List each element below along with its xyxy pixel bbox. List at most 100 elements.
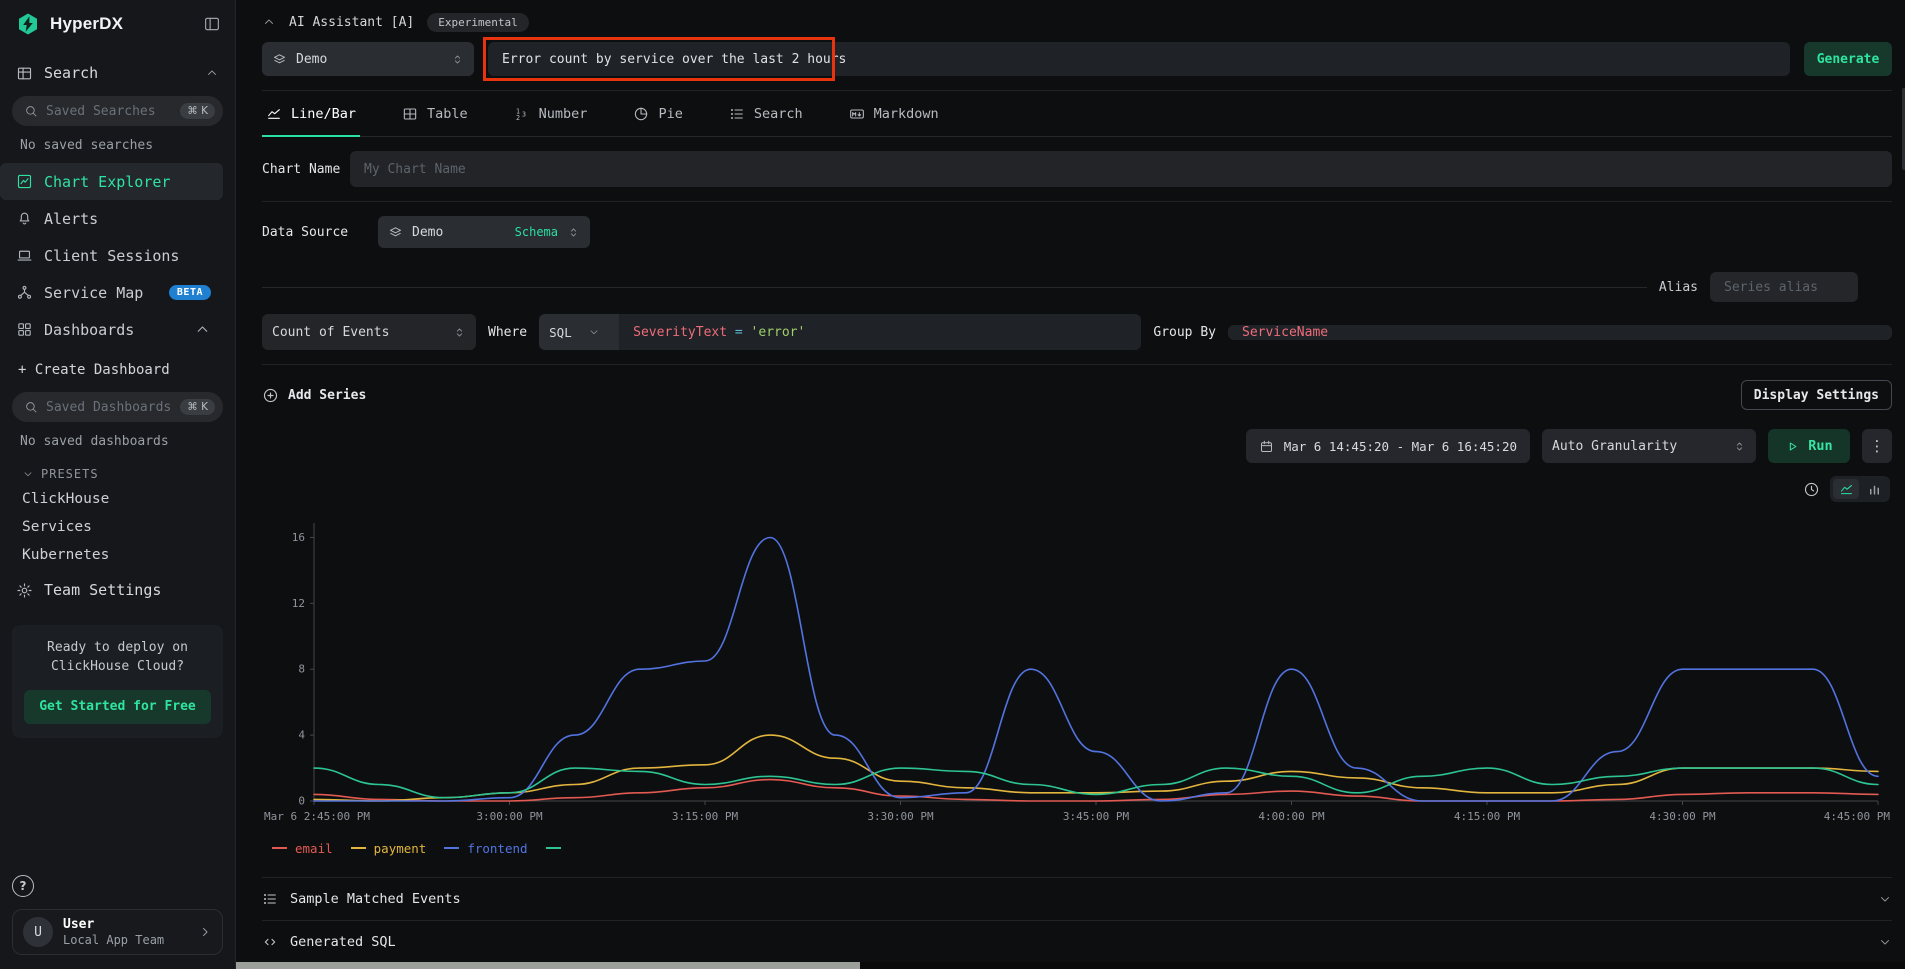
generate-button[interactable]: Generate xyxy=(1804,42,1892,76)
chevron-down-icon xyxy=(1878,935,1892,949)
sample-matched-events-section[interactable]: Sample Matched Events xyxy=(262,878,1892,920)
series-row: Add Series Display Settings xyxy=(262,379,1892,411)
time-range-picker[interactable]: Mar 6 14:45:20 - Mar 6 16:45:20 xyxy=(1246,429,1530,463)
select-caret-icon xyxy=(567,226,580,239)
sidebar-section-search[interactable]: Search xyxy=(0,54,235,92)
tab-label: Search xyxy=(754,106,803,122)
help-button[interactable]: ? xyxy=(12,875,34,897)
legend-label: frontend xyxy=(467,841,527,856)
aggregation-select[interactable]: Count of Events xyxy=(262,314,476,350)
user-name: User xyxy=(63,917,188,932)
tab-markdown[interactable]: Markdown xyxy=(849,91,939,136)
no-saved-searches-text: No saved searches xyxy=(0,126,235,159)
saved-dashboards-search[interactable]: ⌘ K xyxy=(12,392,223,422)
alias-input[interactable] xyxy=(1710,272,1858,302)
ai-prompt-input[interactable] xyxy=(488,42,1790,76)
legend-item-email[interactable]: email xyxy=(272,841,333,856)
sample-events-label: Sample Matched Events xyxy=(290,891,1866,907)
create-dashboard-button[interactable]: + Create Dashboard xyxy=(0,348,235,388)
ai-assistant-title: AI Assistant [A] xyxy=(289,15,414,30)
sidebar-item-dashboards[interactable]: Dashboards xyxy=(0,311,223,348)
bar-chart-toggle[interactable] xyxy=(1861,479,1887,499)
scrollbar-thumb[interactable] xyxy=(236,962,860,969)
where-expression-input[interactable]: SeverityText = 'error' xyxy=(619,314,1141,350)
divider xyxy=(262,201,1892,202)
svg-text:4:00:00 PM: 4:00:00 PM xyxy=(1258,810,1325,823)
saved-searches-shortcut: ⌘ K xyxy=(180,103,215,119)
line-chart-toggle[interactable] xyxy=(1833,479,1859,499)
saved-searches-search[interactable]: ⌘ K xyxy=(12,96,223,126)
user-team: Local App Team xyxy=(63,933,188,947)
select-caret-icon xyxy=(453,326,466,339)
chart-name-input[interactable] xyxy=(350,151,1892,187)
tab-number[interactable]: 123Number xyxy=(514,91,588,136)
clock-icon[interactable] xyxy=(1803,481,1820,498)
horizontal-scrollbar[interactable] xyxy=(236,962,1905,969)
presets-list: ClickHouseServicesKubernetes xyxy=(0,485,235,569)
sidebar-item-client-sessions[interactable]: Client Sessions xyxy=(0,237,223,274)
tab-label: Number xyxy=(539,106,588,122)
nav-item-label: Dashboards xyxy=(44,321,134,339)
avatar: U xyxy=(23,917,53,947)
sidebar-item-chart-explorer[interactable]: Chart Explorer xyxy=(0,163,223,200)
more-options-button[interactable]: ⋮ xyxy=(1862,429,1892,463)
preset-item-kubernetes[interactable]: Kubernetes xyxy=(0,541,235,569)
divider xyxy=(262,287,1647,288)
language-select[interactable]: SQL xyxy=(539,314,619,350)
svg-text:2: 2 xyxy=(516,114,520,122)
preset-item-clickhouse[interactable]: ClickHouse xyxy=(0,485,235,513)
display-settings-button[interactable]: Display Settings xyxy=(1741,380,1892,410)
legend-item-payment[interactable]: payment xyxy=(351,841,427,856)
legend-item-frontend[interactable]: frontend xyxy=(444,841,527,856)
collapse-sidebar-icon[interactable] xyxy=(203,15,221,33)
group-by-input[interactable]: ServiceName xyxy=(1228,325,1892,340)
chevron-down-icon xyxy=(1878,892,1892,906)
ai-source-select[interactable]: Demo xyxy=(262,42,474,76)
tab-search[interactable]: Search xyxy=(729,91,803,136)
ai-assistant-controls: Demo Generate xyxy=(262,42,1892,76)
layers-icon xyxy=(272,52,287,67)
svg-text:8: 8 xyxy=(298,663,305,676)
line-chart[interactable]: 0481216Mar 6 2:45:00 PM3:00:00 PM3:15:00… xyxy=(262,505,1892,837)
preset-item-services[interactable]: Services xyxy=(0,513,235,541)
saved-dashboards-input[interactable] xyxy=(46,400,172,415)
run-row: Mar 6 14:45:20 - Mar 6 16:45:20 Auto Gra… xyxy=(262,429,1892,463)
run-button[interactable]: Run xyxy=(1768,429,1850,463)
tab-line-bar[interactable]: Line/Bar xyxy=(266,91,356,136)
line-chart-icon xyxy=(1839,482,1854,497)
user-menu[interactable]: U User Local App Team xyxy=(12,909,223,955)
schema-link[interactable]: Schema xyxy=(515,225,558,239)
tab-pie[interactable]: Pie xyxy=(633,91,682,136)
granularity-value: Auto Granularity xyxy=(1552,439,1677,454)
tab-label: Line/Bar xyxy=(291,106,356,122)
code-token: = xyxy=(727,325,750,340)
data-source-row: Data Source Demo Schema xyxy=(262,216,1892,248)
chart-type-tabs: Line/Bar Table 123Number Pie Search Markdown xyxy=(262,91,1892,137)
chevron-up-icon xyxy=(194,321,211,338)
nav-item-label: Client Sessions xyxy=(44,247,179,265)
data-source-value: Demo xyxy=(412,225,443,240)
generated-sql-section[interactable]: Generated SQL xyxy=(262,921,1892,963)
sidebar-item-service-map[interactable]: Service MapBETA xyxy=(0,274,223,311)
add-series-button[interactable]: Add Series xyxy=(262,387,366,404)
sidebar-item-alerts[interactable]: Alerts xyxy=(0,200,223,237)
code-token: SeverityText xyxy=(633,325,727,340)
tab-table[interactable]: Table xyxy=(402,91,468,136)
alias-label: Alias xyxy=(1659,280,1698,295)
pie-icon xyxy=(633,106,649,122)
presets-toggle[interactable]: PRESETS xyxy=(0,455,235,485)
saved-searches-input[interactable] xyxy=(46,104,172,119)
get-started-button[interactable]: Get Started for Free xyxy=(24,690,211,724)
granularity-select[interactable]: Auto Granularity xyxy=(1542,429,1756,463)
bell-icon xyxy=(16,210,33,227)
legend-item[interactable] xyxy=(546,847,561,849)
svg-text:4:45:00 PM: 4:45:00 PM xyxy=(1824,810,1891,823)
data-source-select[interactable]: Demo Schema xyxy=(378,216,590,248)
chart-tools xyxy=(262,477,1892,501)
squares-icon xyxy=(16,321,33,338)
gear-icon xyxy=(16,582,33,599)
data-source-label: Data Source xyxy=(262,225,378,240)
chevron-up-icon[interactable] xyxy=(262,15,276,29)
sidebar-item-team-settings[interactable]: Team Settings xyxy=(0,571,235,609)
nav-item-label: Service Map xyxy=(44,284,143,302)
